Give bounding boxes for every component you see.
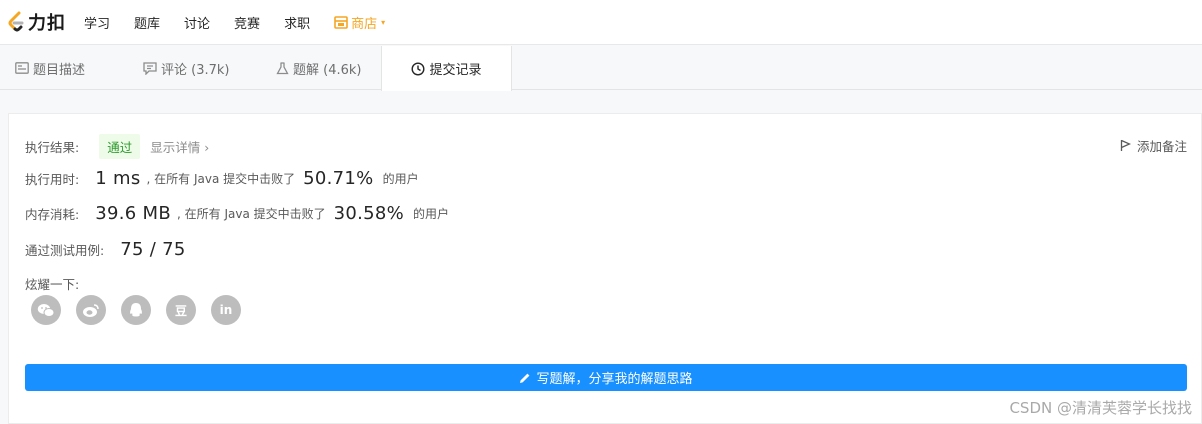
chevron-down-icon: ▾ bbox=[381, 17, 386, 27]
show-details-link[interactable]: 显示详情 › bbox=[150, 137, 209, 156]
store-label: 商店 bbox=[351, 16, 378, 32]
result-label: 执行结果: bbox=[25, 140, 80, 155]
douban-icon[interactable]: 豆 bbox=[166, 295, 196, 325]
submission-result-panel: 执行结果: 通过 显示详情 › 添加备注 执行用时: 1 ms , 在所有 Ja… bbox=[8, 113, 1202, 424]
tests-value: 75 / 75 bbox=[120, 239, 186, 260]
qq-icon[interactable] bbox=[121, 295, 151, 325]
runtime-suffix: 的用户 bbox=[382, 172, 419, 186]
runtime-text: , 在所有 Java 提交中击败了 bbox=[146, 172, 296, 186]
nav-discuss[interactable]: 讨论 bbox=[184, 13, 210, 32]
wechat-icon[interactable] bbox=[31, 295, 61, 325]
flag-icon bbox=[1120, 139, 1131, 151]
leetcode-logo[interactable]: 力扣 bbox=[6, 9, 66, 35]
add-note-button[interactable]: 添加备注 bbox=[1120, 136, 1187, 155]
nav-contest[interactable]: 竞赛 bbox=[234, 13, 260, 32]
tab-solutions-label: 题解 (4.6k) bbox=[293, 62, 362, 78]
memory-row: 内存消耗: 39.6 MB , 在所有 Java 提交中击败了 30.58% 的… bbox=[25, 203, 449, 224]
add-note-label: 添加备注 bbox=[1136, 139, 1187, 154]
tab-comments-label: 评论 (3.7k) bbox=[161, 62, 230, 78]
tab-submissions-label: 提交记录 bbox=[429, 63, 482, 78]
store-icon bbox=[334, 15, 348, 29]
weibo-icon[interactable] bbox=[76, 295, 106, 325]
write-solution-button[interactable]: 写题解，分享我的解题思路 bbox=[25, 364, 1187, 391]
write-solution-label: 写题解，分享我的解题思路 bbox=[536, 372, 693, 387]
memory-percent: 30.58% bbox=[333, 203, 405, 224]
tab-submissions[interactable]: 提交记录 bbox=[381, 46, 512, 91]
status-badge: 通过 bbox=[99, 134, 141, 159]
top-navbar: 力扣 学习 题库 讨论 竞赛 求职 商店 ▾ bbox=[0, 0, 1202, 45]
tests-label: 通过测试用例: bbox=[25, 243, 105, 258]
share-buttons: 豆 in bbox=[31, 295, 256, 325]
memory-value: 39.6 MB bbox=[95, 203, 171, 224]
runtime-percent: 50.71% bbox=[303, 168, 374, 189]
memory-label: 内存消耗: bbox=[25, 207, 80, 222]
tab-description[interactable]: 题目描述 bbox=[15, 46, 85, 90]
leetcode-logo-icon bbox=[6, 11, 26, 33]
tab-comments[interactable]: 评论 (3.7k) bbox=[143, 46, 229, 90]
tab-bar: 题目描述 评论 (3.7k) 题解 (4.6k) 提交记录 bbox=[0, 46, 1202, 91]
share-row: 炫耀一下: bbox=[25, 274, 79, 293]
watermark: CSDN @清清芙蓉学长找找 bbox=[1009, 399, 1192, 417]
clock-icon bbox=[411, 61, 425, 76]
memory-text: , 在所有 Java 提交中击败了 bbox=[177, 207, 326, 221]
nav-jobs[interactable]: 求职 bbox=[284, 13, 310, 32]
share-label: 炫耀一下: bbox=[25, 277, 80, 292]
pencil-icon bbox=[520, 373, 530, 383]
result-row: 执行结果: 通过 显示详情 › bbox=[25, 134, 209, 159]
linkedin-icon[interactable]: in bbox=[211, 295, 241, 325]
nav-problemset[interactable]: 题库 bbox=[134, 13, 160, 32]
description-icon bbox=[15, 62, 29, 74]
runtime-value: 1 ms bbox=[95, 168, 141, 189]
flask-icon bbox=[276, 61, 289, 74]
nav-store[interactable]: 商店 ▾ bbox=[334, 13, 385, 32]
tab-solutions[interactable]: 题解 (4.6k) bbox=[276, 46, 361, 90]
runtime-row: 执行用时: 1 ms , 在所有 Java 提交中击败了 50.71% 的用户 bbox=[25, 168, 419, 189]
tab-description-label: 题目描述 bbox=[33, 62, 86, 78]
nav-learn[interactable]: 学习 bbox=[84, 13, 110, 32]
runtime-label: 执行用时: bbox=[25, 172, 80, 187]
logo-text: 力扣 bbox=[28, 13, 66, 34]
comment-icon bbox=[143, 61, 157, 75]
tests-row: 通过测试用例: 75 / 75 bbox=[25, 239, 186, 260]
memory-suffix: 的用户 bbox=[413, 207, 450, 221]
